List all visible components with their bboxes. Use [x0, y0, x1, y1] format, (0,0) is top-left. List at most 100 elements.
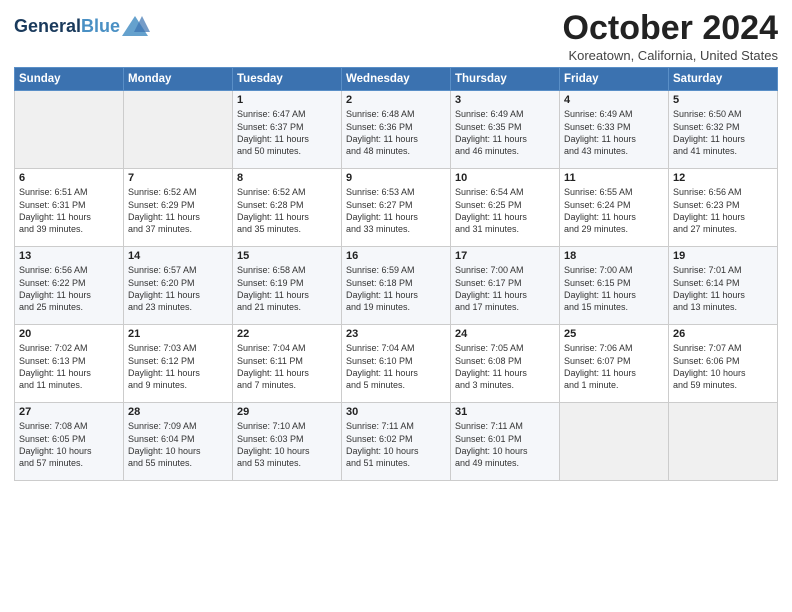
cell-content: Sunrise: 6:50 AM Sunset: 6:32 PM Dayligh…: [673, 108, 773, 157]
cell-content: Sunrise: 6:54 AM Sunset: 6:25 PM Dayligh…: [455, 186, 555, 235]
cell-content: Sunrise: 7:08 AM Sunset: 6:05 PM Dayligh…: [19, 420, 119, 469]
calendar-cell: 5 Sunrise: 6:50 AM Sunset: 6:32 PM Daylig…: [669, 91, 778, 169]
cell-content: Sunrise: 6:57 AM Sunset: 6:20 PM Dayligh…: [128, 264, 228, 313]
day-number: 30: [346, 406, 446, 418]
location: Koreatown, California, United States: [563, 48, 778, 63]
day-header-tuesday: Tuesday: [233, 68, 342, 91]
calendar-cell: 19 Sunrise: 7:01 AM Sunset: 6:14 PM Dayli…: [669, 247, 778, 325]
calendar-cell: 15 Sunrise: 6:58 AM Sunset: 6:19 PM Dayli…: [233, 247, 342, 325]
day-number: 9: [346, 172, 446, 184]
calendar-cell: 25 Sunrise: 7:06 AM Sunset: 6:07 PM Dayli…: [560, 325, 669, 403]
calendar-cell: 20 Sunrise: 7:02 AM Sunset: 6:13 PM Dayli…: [15, 325, 124, 403]
cell-content: Sunrise: 7:10 AM Sunset: 6:03 PM Dayligh…: [237, 420, 337, 469]
cell-content: Sunrise: 7:00 AM Sunset: 6:15 PM Dayligh…: [564, 264, 664, 313]
calendar-cell: 18 Sunrise: 7:00 AM Sunset: 6:15 PM Dayli…: [560, 247, 669, 325]
day-number: 16: [346, 250, 446, 262]
day-number: 10: [455, 172, 555, 184]
cell-content: Sunrise: 7:04 AM Sunset: 6:10 PM Dayligh…: [346, 342, 446, 391]
day-number: 29: [237, 406, 337, 418]
day-number: 1: [237, 94, 337, 106]
cell-content: Sunrise: 7:05 AM Sunset: 6:08 PM Dayligh…: [455, 342, 555, 391]
calendar-cell: 2Sunrise: 6:48 AM Sunset: 6:36 PM Daylig…: [342, 91, 451, 169]
calendar-cell: 24Sunrise: 7:05 AM Sunset: 6:08 PM Dayli…: [451, 325, 560, 403]
week-row-4: 20 Sunrise: 7:02 AM Sunset: 6:13 PM Dayli…: [15, 325, 778, 403]
calendar-cell: 16 Sunrise: 6:59 AM Sunset: 6:18 PM Dayli…: [342, 247, 451, 325]
cell-content: Sunrise: 6:53 AM Sunset: 6:27 PM Dayligh…: [346, 186, 446, 235]
calendar-cell: 8 Sunrise: 6:52 AM Sunset: 6:28 PM Daylig…: [233, 169, 342, 247]
calendar-cell: [124, 91, 233, 169]
cell-content: Sunrise: 7:02 AM Sunset: 6:13 PM Dayligh…: [19, 342, 119, 391]
cell-content: Sunrise: 6:49 AM Sunset: 6:35 PM Dayligh…: [455, 108, 555, 157]
page-container: GeneralBlue October 2024 Koreatown, Cali…: [0, 0, 792, 489]
month-title: October 2024: [563, 10, 778, 47]
calendar-cell: 29 Sunrise: 7:10 AM Sunset: 6:03 PM Dayli…: [233, 403, 342, 481]
day-number: 5: [673, 94, 773, 106]
header: GeneralBlue October 2024 Koreatown, Cali…: [14, 10, 778, 63]
day-header-monday: Monday: [124, 68, 233, 91]
day-number: 25: [564, 328, 664, 340]
logo-text: GeneralBlue: [14, 17, 120, 37]
calendar-cell: 14Sunrise: 6:57 AM Sunset: 6:20 PM Dayli…: [124, 247, 233, 325]
calendar-cell: 3 Sunrise: 6:49 AM Sunset: 6:35 PM Daylig…: [451, 91, 560, 169]
calendar-table: SundayMondayTuesdayWednesdayThursdayFrid…: [14, 67, 778, 481]
calendar-cell: 30 Sunrise: 7:11 AM Sunset: 6:02 PM Dayli…: [342, 403, 451, 481]
calendar-cell: 11 Sunrise: 6:55 AM Sunset: 6:24 PM Dayli…: [560, 169, 669, 247]
day-number: 20: [19, 328, 119, 340]
calendar-cell: 26Sunrise: 7:07 AM Sunset: 6:06 PM Dayli…: [669, 325, 778, 403]
day-number: 8: [237, 172, 337, 184]
cell-content: Sunrise: 6:49 AM Sunset: 6:33 PM Dayligh…: [564, 108, 664, 157]
calendar-cell: 10 Sunrise: 6:54 AM Sunset: 6:25 PM Dayli…: [451, 169, 560, 247]
day-number: 21: [128, 328, 228, 340]
cell-content: Sunrise: 7:07 AM Sunset: 6:06 PM Dayligh…: [673, 342, 773, 391]
cell-content: Sunrise: 6:56 AM Sunset: 6:22 PM Dayligh…: [19, 264, 119, 313]
cell-content: Sunrise: 7:00 AM Sunset: 6:17 PM Dayligh…: [455, 264, 555, 313]
day-number: 18: [564, 250, 664, 262]
day-header-sunday: Sunday: [15, 68, 124, 91]
week-row-1: 1 Sunrise: 6:47 AM Sunset: 6:37 PM Daylig…: [15, 91, 778, 169]
cell-content: Sunrise: 6:52 AM Sunset: 6:29 PM Dayligh…: [128, 186, 228, 235]
day-number: 12: [673, 172, 773, 184]
day-number: 3: [455, 94, 555, 106]
calendar-cell: 6Sunrise: 6:51 AM Sunset: 6:31 PM Daylig…: [15, 169, 124, 247]
cell-content: Sunrise: 6:55 AM Sunset: 6:24 PM Dayligh…: [564, 186, 664, 235]
calendar-cell: 27Sunrise: 7:08 AM Sunset: 6:05 PM Dayli…: [15, 403, 124, 481]
calendar-cell: [669, 403, 778, 481]
week-row-5: 27Sunrise: 7:08 AM Sunset: 6:05 PM Dayli…: [15, 403, 778, 481]
day-number: 19: [673, 250, 773, 262]
calendar-cell: 28Sunrise: 7:09 AM Sunset: 6:04 PM Dayli…: [124, 403, 233, 481]
cell-content: Sunrise: 7:09 AM Sunset: 6:04 PM Dayligh…: [128, 420, 228, 469]
cell-content: Sunrise: 7:01 AM Sunset: 6:14 PM Dayligh…: [673, 264, 773, 313]
calendar-cell: 13 Sunrise: 6:56 AM Sunset: 6:22 PM Dayli…: [15, 247, 124, 325]
logo: GeneralBlue: [14, 14, 150, 40]
calendar-cell: 22Sunrise: 7:04 AM Sunset: 6:11 PM Dayli…: [233, 325, 342, 403]
calendar-cell: 1 Sunrise: 6:47 AM Sunset: 6:37 PM Daylig…: [233, 91, 342, 169]
cell-content: Sunrise: 6:56 AM Sunset: 6:23 PM Dayligh…: [673, 186, 773, 235]
calendar-cell: 17 Sunrise: 7:00 AM Sunset: 6:17 PM Dayli…: [451, 247, 560, 325]
cell-content: Sunrise: 6:47 AM Sunset: 6:37 PM Dayligh…: [237, 108, 337, 157]
calendar-cell: 12 Sunrise: 6:56 AM Sunset: 6:23 PM Dayli…: [669, 169, 778, 247]
calendar-cell: 9 Sunrise: 6:53 AM Sunset: 6:27 PM Daylig…: [342, 169, 451, 247]
calendar-cell: [15, 91, 124, 169]
cell-content: Sunrise: 7:06 AM Sunset: 6:07 PM Dayligh…: [564, 342, 664, 391]
cell-content: Sunrise: 7:11 AM Sunset: 6:02 PM Dayligh…: [346, 420, 446, 469]
day-number: 13: [19, 250, 119, 262]
calendar-cell: 23 Sunrise: 7:04 AM Sunset: 6:10 PM Dayli…: [342, 325, 451, 403]
day-number: 23: [346, 328, 446, 340]
day-number: 11: [564, 172, 664, 184]
day-header-thursday: Thursday: [451, 68, 560, 91]
header-row: SundayMondayTuesdayWednesdayThursdayFrid…: [15, 68, 778, 91]
day-number: 6: [19, 172, 119, 184]
calendar-cell: 31Sunrise: 7:11 AM Sunset: 6:01 PM Dayli…: [451, 403, 560, 481]
cell-content: Sunrise: 6:48 AM Sunset: 6:36 PM Dayligh…: [346, 108, 446, 157]
cell-content: Sunrise: 6:58 AM Sunset: 6:19 PM Dayligh…: [237, 264, 337, 313]
day-header-wednesday: Wednesday: [342, 68, 451, 91]
day-number: 4: [564, 94, 664, 106]
cell-content: Sunrise: 6:52 AM Sunset: 6:28 PM Dayligh…: [237, 186, 337, 235]
day-number: 15: [237, 250, 337, 262]
cell-content: Sunrise: 7:11 AM Sunset: 6:01 PM Dayligh…: [455, 420, 555, 469]
calendar-cell: [560, 403, 669, 481]
cell-content: Sunrise: 6:59 AM Sunset: 6:18 PM Dayligh…: [346, 264, 446, 313]
cell-content: Sunrise: 7:03 AM Sunset: 6:12 PM Dayligh…: [128, 342, 228, 391]
day-number: 22: [237, 328, 337, 340]
day-number: 17: [455, 250, 555, 262]
